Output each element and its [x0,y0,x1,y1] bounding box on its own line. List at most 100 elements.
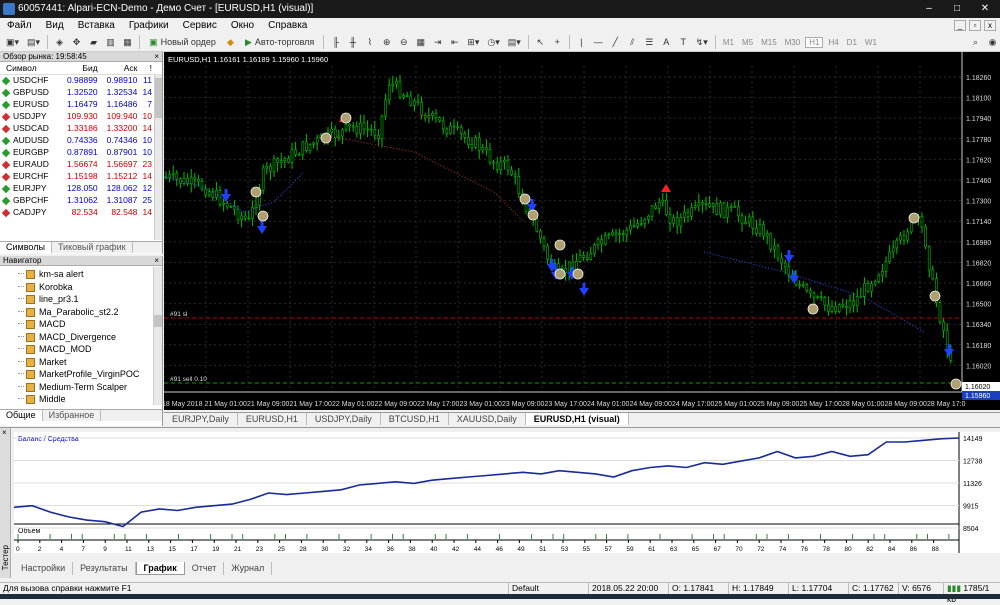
market-watch-row[interactable]: USDCHF 0.98899 0.98910 11 [0,74,155,86]
fibo-button[interactable]: ☰ [642,35,657,50]
market-watch-row[interactable]: EURGBP 0.87891 0.87901 10 [0,146,155,158]
col-spread[interactable]: ! [140,62,155,75]
tester-close-icon[interactable]: × [2,428,7,437]
price-chart-canvas[interactable]: 1.18260 1.18100 1.17940 1.17780 1.17620 1.174… [164,52,1000,410]
profiles-button[interactable]: ▤▾ [24,35,43,50]
mdi-minimize-button[interactable]: _ [954,20,966,31]
tf-d1[interactable]: D1 [844,38,860,47]
autoscroll-button[interactable]: ⇥ [430,35,445,50]
chart-tab-xauusd-daily[interactable]: XAUUSD,Daily [449,413,526,425]
tester-button[interactable]: ▦ [120,35,135,50]
tf-h4[interactable]: H4 [825,38,841,47]
mdi-restore-button[interactable]: ▫ [969,20,981,31]
data-window-button[interactable]: ✥ [69,35,84,50]
col-symbol[interactable]: Символ [0,62,62,75]
new-chart-button[interactable]: ▣▾ [3,35,22,50]
indicators-button[interactable]: ⊞▾ [464,35,482,50]
tab-favorites[interactable]: Избранное [43,410,102,421]
tf-m5[interactable]: M5 [739,38,756,47]
tf-m15[interactable]: M15 [758,38,780,47]
market-watch-close-icon[interactable]: × [154,52,159,62]
search-button[interactable]: ⌕ [968,35,983,50]
close-button[interactable]: ✕ [972,1,998,16]
label-button[interactable]: T [676,35,691,50]
channel-button[interactable]: ⫽ [625,35,640,50]
tab-graph[interactable]: График [135,562,185,575]
menu-insert[interactable]: Вставка [71,20,122,31]
tf-m1[interactable]: M1 [720,38,737,47]
tab-common[interactable]: Общие [0,410,43,421]
market-watch-row[interactable]: USDCAD 1.33186 1.33200 14 [0,122,155,134]
menu-window[interactable]: Окно [224,20,261,31]
market-watch-row[interactable]: CADJPY 82.534 82.548 14 [0,206,155,218]
community-button[interactable]: ◉ [985,35,1000,50]
arrows-button[interactable]: ↯▾ [693,35,711,50]
market-watch-scrollbar[interactable] [154,74,162,240]
terminal-button[interactable]: ▥ [103,35,118,50]
chart-tab-btcusd-h1[interactable]: BTCUSD,H1 [381,413,449,425]
market-watch-row[interactable]: GBPUSD 1.32520 1.32534 14 [0,86,155,98]
market-watch-row[interactable]: EURJPY 128.050 128.062 12 [0,182,155,194]
minimize-button[interactable]: – [916,1,942,16]
market-watch-row[interactable]: EURCHF 1.15198 1.15212 14 [0,170,155,182]
menu-view[interactable]: Вид [39,20,71,31]
templates-button[interactable]: ▤▾ [505,35,524,50]
tile-windows-button[interactable]: ▦ [413,35,428,50]
cursor-button[interactable]: ↖ [533,35,548,50]
navigator-item[interactable]: MACD_MOD [0,343,162,356]
chart-tab-eurusd-visual[interactable]: EURUSD,H1 (visual) [525,413,629,425]
line-chart-button[interactable]: ⌇ [362,35,377,50]
vertical-line-button[interactable]: | [574,35,589,50]
bar-chart-button[interactable]: ╟ [328,35,343,50]
market-watch-row[interactable]: USDJPY 109.930 109.940 10 [0,110,155,122]
tab-results[interactable]: Результаты [73,562,136,575]
navigator-item[interactable]: line_pr3.1 [0,293,162,306]
navigator-scrollbar[interactable] [153,267,162,405]
market-watch-button[interactable]: ◈ [52,35,67,50]
status-profile[interactable]: Default [508,583,588,594]
crosshair-button[interactable]: + [550,35,565,50]
chart-tab-usdjpy-daily[interactable]: USDJPY,Daily [307,413,381,425]
col-ask[interactable]: Аск [100,62,141,75]
menu-charts[interactable]: Графики [122,20,176,31]
navigator-item[interactable]: Middle [0,393,162,406]
navigator-item[interactable]: MarketProfile_VirginPOC [0,368,162,381]
col-bid[interactable]: Бид [61,62,101,75]
editor-button[interactable]: ◆ [223,35,238,50]
price-chart[interactable]: 1.18260 1.18100 1.17940 1.17780 1.17620 1.174… [164,52,1000,410]
market-watch-row[interactable]: EURUSD 1.16479 1.16486 7 [0,98,155,110]
tab-tick-chart[interactable]: Тиковый график [52,242,133,253]
menu-tools[interactable]: Сервис [176,20,224,31]
navigator-item[interactable]: Market [0,356,162,369]
tf-m30[interactable]: M30 [782,38,804,47]
navigator-close-icon[interactable]: × [154,256,159,266]
new-order-button[interactable]: ▣ Новый ордер [144,35,221,50]
candles-button[interactable]: ╫ [345,35,360,50]
navigator-item[interactable]: MACD [0,318,162,331]
trendline-button[interactable]: ╱ [608,35,623,50]
market-watch-row[interactable]: EURAUD 1.56674 1.56697 23 [0,158,155,170]
navigator-item[interactable]: km-sa alert [0,268,162,281]
horizontal-line-button[interactable]: — [591,35,606,50]
chart-shift-button[interactable]: ⇤ [447,35,462,50]
navigator-item[interactable]: Medium-Term Scalper [0,381,162,394]
tab-symbols[interactable]: Символы [0,242,52,253]
chart-tab-eurjpy-daily[interactable]: EURJPY,Daily [164,413,238,425]
menu-file[interactable]: Файл [0,20,39,31]
navigator-button[interactable]: ▰ [86,35,101,50]
zoom-in-button[interactable]: ⊕ [379,35,394,50]
market-watch-row[interactable]: AUDUSD 0.74336 0.74346 10 [0,134,155,146]
maximize-button[interactable]: □ [944,1,970,16]
navigator-item[interactable]: MACD_Divergence [0,331,162,344]
navigator-item[interactable]: Korobka [0,281,162,294]
text-button[interactable]: A [659,35,674,50]
tab-report[interactable]: Отчет [185,562,225,575]
mdi-close-button[interactable]: x [984,20,996,31]
market-watch-row[interactable]: GBPCHF 1.31062 1.31087 25 [0,194,155,206]
tab-journal[interactable]: Журнал [224,562,273,575]
tab-settings[interactable]: Настройки [14,562,74,575]
tf-w1[interactable]: W1 [862,38,880,47]
menu-help[interactable]: Справка [261,20,314,31]
autotrading-button[interactable]: ▶ Авто-торговля [240,35,319,50]
navigator-item[interactable]: Ma_Parabolic_st2.2 [0,306,162,319]
